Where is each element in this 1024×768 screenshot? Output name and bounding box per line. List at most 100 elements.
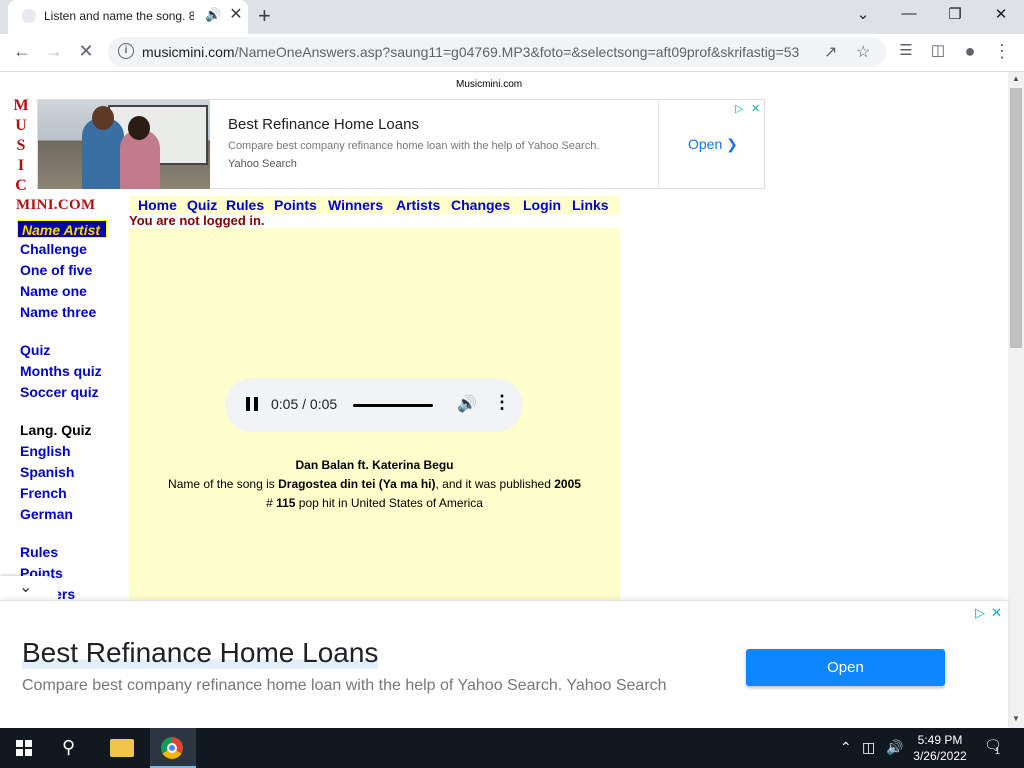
side-panel-icon[interactable]: ◫ [926, 41, 950, 59]
nav-rules[interactable]: Rules [17, 544, 117, 565]
stop-loading-icon[interactable]: ✕ [74, 41, 98, 62]
nav-name-artist[interactable]: Name Artist [17, 220, 107, 238]
file-explorer-icon[interactable] [110, 739, 134, 757]
network-icon[interactable]: ◫ [862, 739, 875, 756]
topnav-changes[interactable]: Changes [451, 197, 510, 213]
audio-time: 0:05 / 0:05 [271, 396, 338, 412]
browser-toolbar: ← → ✕ i musicmini.com/NameOneAnswers.asp… [0, 34, 1024, 72]
top-ad-banner[interactable]: Best Refinance Home Loans Compare best c… [37, 99, 765, 189]
forward-icon[interactable]: → [42, 41, 66, 62]
search-icon[interactable]: ⚲ [62, 737, 75, 758]
audio-player[interactable]: 0:05 / 0:05 🔊 ⋮ [225, 378, 523, 432]
ad-collapse-tab[interactable]: ⌄ [0, 576, 58, 600]
topnav-winners[interactable]: Winners [328, 197, 383, 213]
volume-icon[interactable]: 🔊 [457, 394, 477, 414]
ad-close-icon[interactable]: ✕ [751, 102, 760, 115]
tab-title: Listen and name the song. 8 [44, 9, 194, 23]
nav-french[interactable]: French [17, 485, 117, 506]
ad-open-button[interactable]: Open ❯ [688, 136, 738, 153]
tab-search-icon[interactable]: ⌄ [848, 5, 878, 23]
ad-description[interactable]: Compare best company refinance home loan… [228, 140, 599, 152]
scroll-down-arrow-icon[interactable]: ▼ [1012, 714, 1020, 723]
bookmark-star-icon[interactable]: ☆ [856, 42, 870, 62]
nav-soccer-quiz[interactable]: Soccer quiz [17, 384, 117, 405]
speaker-icon[interactable]: 🔊 [205, 7, 221, 23]
screen: Listen and name the song. 8 🔊 ✕ + ⌄ — ❐ … [0, 0, 1024, 768]
pause-icon[interactable] [245, 397, 259, 411]
nav-spanish[interactable]: Spanish [17, 464, 117, 485]
topnav-links[interactable]: Links [572, 197, 609, 213]
nav-name-three[interactable]: Name three [17, 304, 117, 325]
back-icon[interactable]: ← [10, 41, 34, 62]
song-rank-suffix: pop hit in United States of America [295, 496, 483, 510]
browser-tab[interactable]: Listen and name the song. 8 🔊 ✕ [8, 0, 248, 34]
bottom-ad-banner[interactable]: Best Refinance Home Loans Compare best c… [0, 600, 1008, 728]
bottom-ad-title[interactable]: Best Refinance Home Loans [22, 637, 379, 669]
song-info-middle: , and it was published [435, 477, 555, 491]
nav-challenge[interactable]: Challenge [17, 241, 117, 262]
chevron-down-icon: ⌄ [19, 579, 33, 596]
topnav-artists[interactable]: Artists [396, 197, 440, 213]
topnav-login[interactable]: Login [523, 197, 561, 213]
login-status: You are not logged in. [129, 213, 265, 228]
show-hidden-icons-icon[interactable]: ⌃ [840, 739, 852, 756]
url-path: /NameOneAnswers.asp?saung11=g04769.MP3&f… [234, 44, 800, 60]
media-control-icon[interactable]: ☰ [894, 41, 918, 59]
clock-date: 3/26/2022 [913, 749, 967, 763]
minimize-button[interactable]: — [894, 5, 924, 22]
ad-photo[interactable] [38, 100, 210, 189]
song-year: 2005 [554, 477, 581, 491]
page-scrollbar[interactable]: ▲ ▼ [1008, 72, 1024, 728]
logo-vertical[interactable]: M U S I C [13, 96, 29, 196]
favicon-icon [22, 9, 36, 23]
volume-icon[interactable]: 🔊 [886, 739, 903, 756]
scroll-up-arrow-icon[interactable]: ▲ [1012, 74, 1020, 83]
nav-quiz[interactable]: Quiz [17, 342, 117, 363]
song-answer-panel: 0:05 / 0:05 🔊 ⋮ Dan Balan ft. Katerina B… [129, 228, 620, 600]
adchoices-icon[interactable]: ▷ [975, 605, 985, 621]
topnav-points[interactable]: Points [274, 197, 317, 213]
adchoices-icon[interactable]: ▷ [735, 102, 743, 115]
song-rank: # 115 pop hit in United States of Americ… [129, 496, 620, 510]
windows-start-icon[interactable] [16, 740, 32, 756]
menu-kebab-icon[interactable]: ⋮ [990, 41, 1014, 62]
taskbar-clock[interactable]: 5:49 PM 3/26/2022 [912, 732, 968, 764]
more-options-icon[interactable]: ⋮ [493, 392, 511, 413]
notification-icon[interactable]: 🗨 1 [984, 737, 1004, 757]
ad-title[interactable]: Best Refinance Home Loans [228, 116, 419, 133]
new-tab-button[interactable]: + [258, 3, 271, 29]
url-text[interactable]: musicmini.com/NameOneAnswers.asp?saung11… [142, 44, 799, 60]
song-rank-prefix: # [266, 496, 277, 510]
bottom-ad-open-button[interactable]: Open [746, 649, 945, 686]
clock-time: 5:49 PM [917, 733, 963, 747]
profile-avatar-icon[interactable]: ● [958, 41, 982, 62]
page-viewport: Musicmini.com M U S I C MINI.COM Best Re… [0, 72, 1008, 600]
nav-months-quiz[interactable]: Months quiz [17, 363, 117, 384]
nav-german[interactable]: German [17, 506, 117, 527]
address-bar[interactable]: i musicmini.com/NameOneAnswers.asp?saung… [108, 37, 886, 67]
logo-letter: S [16, 137, 26, 154]
logo-text[interactable]: MINI.COM [16, 197, 95, 214]
top-nav: Home Quiz Rules Points Winners Artists C… [130, 196, 620, 214]
close-window-button[interactable]: ✕ [986, 5, 1016, 23]
notification-count: 1 [995, 746, 1001, 756]
close-tab-icon[interactable]: ✕ [227, 4, 245, 24]
nav-one-of-five[interactable]: One of five [17, 262, 117, 283]
logo-letter: U [15, 117, 27, 134]
chevron-right-icon: ❯ [726, 136, 738, 152]
nav-english[interactable]: English [17, 443, 117, 464]
topnav-quiz[interactable]: Quiz [187, 197, 217, 213]
site-info-icon[interactable]: i [118, 43, 134, 59]
chrome-taskbar-button[interactable] [150, 728, 196, 768]
bottom-ad-description[interactable]: Compare best company refinance home loan… [22, 677, 667, 695]
bottom-ad-close-icon[interactable]: ✕ [991, 605, 1002, 621]
scroll-thumb[interactable] [1010, 88, 1022, 348]
song-artist: Dan Balan ft. Katerina Begu [295, 458, 454, 472]
ad-source[interactable]: Yahoo Search [228, 158, 297, 170]
topnav-home[interactable]: Home [138, 197, 177, 213]
share-icon[interactable]: ↗ [824, 42, 837, 62]
restore-button[interactable]: ❐ [940, 5, 970, 23]
audio-progress-slider[interactable] [353, 404, 433, 407]
nav-name-one[interactable]: Name one [17, 283, 117, 304]
topnav-rules[interactable]: Rules [226, 197, 264, 213]
